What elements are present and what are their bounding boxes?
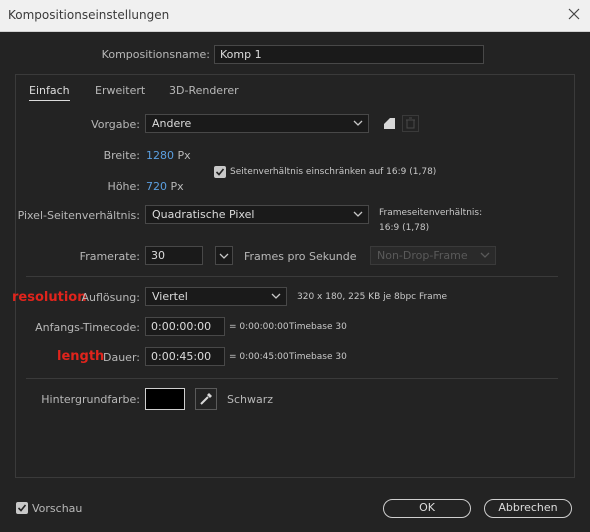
height-field[interactable]: 720 Px xyxy=(146,180,184,193)
frame-aspect-label: Frameseitenverhältnis: xyxy=(379,208,483,218)
composition-name-label: Kompositionsname: xyxy=(101,48,210,61)
start-timecode-timebase: Timebase 30 xyxy=(289,322,347,332)
tab-3d-renderer[interactable]: 3D-Renderer xyxy=(169,84,239,97)
preview-checkbox[interactable] xyxy=(16,502,28,514)
height-unit: Px xyxy=(170,180,184,193)
delete-preset-icon[interactable] xyxy=(402,115,419,132)
height-value[interactable]: 720 xyxy=(146,180,167,193)
background-color-swatch[interactable] xyxy=(145,388,185,410)
length-annotation: length xyxy=(57,349,105,364)
chevron-down-icon xyxy=(271,293,281,299)
duration-timebase: Timebase 30 xyxy=(289,352,347,362)
width-field[interactable]: 1280 Px xyxy=(146,149,191,162)
lock-aspect-label: Seitenverhältnis einschränken auf 16:9 (… xyxy=(230,167,437,177)
framerate-input[interactable]: 30 xyxy=(145,246,203,265)
resolution-select[interactable]: Viertel xyxy=(145,287,287,306)
start-timecode-equals: = 0:00:00:00 xyxy=(229,322,289,332)
resolution-value: Viertel xyxy=(152,290,188,303)
background-color-label: Hintergrundfarbe: xyxy=(41,393,140,406)
chevron-down-icon xyxy=(219,253,229,259)
framerate-label: Framerate: xyxy=(79,250,140,263)
pixel-aspect-value: Quadratische Pixel xyxy=(152,208,255,221)
frame-aspect-value: 16:9 (1,78) xyxy=(379,223,430,233)
resolution-annotation: resolution xyxy=(12,290,87,305)
pixel-aspect-label: Pixel-Seitenverhältnis: xyxy=(17,209,140,222)
ok-button[interactable]: OK xyxy=(383,499,471,518)
height-label: Höhe: xyxy=(107,180,140,193)
resolution-label: Auflösung: xyxy=(81,291,140,304)
duration-label: Dauer: xyxy=(103,351,140,364)
chevron-down-icon xyxy=(480,252,490,258)
drop-frame-value: Non-Drop-Frame xyxy=(377,249,468,262)
tab-erweitert[interactable]: Erweitert xyxy=(95,84,145,97)
frames-per-second-label: Frames pro Sekunde xyxy=(244,250,357,263)
divider xyxy=(26,378,558,379)
eyedropper-icon[interactable] xyxy=(195,388,217,410)
width-value[interactable]: 1280 xyxy=(146,149,174,162)
preset-value: Andere xyxy=(152,117,192,130)
tab-einfach[interactable]: Einfach xyxy=(29,84,70,101)
preset-label: Vorgabe: xyxy=(91,118,140,131)
close-icon[interactable] xyxy=(566,6,582,22)
background-color-name: Schwarz xyxy=(227,393,274,406)
start-timecode-input[interactable]: 0:00:00:00 xyxy=(145,317,225,336)
drop-frame-select[interactable]: Non-Drop-Frame xyxy=(370,246,496,265)
preview-label: Vorschau xyxy=(32,502,83,515)
save-preset-icon[interactable] xyxy=(381,115,398,132)
divider xyxy=(26,276,558,277)
duration-input[interactable]: 0:00:45:00 xyxy=(145,347,225,366)
chevron-down-icon xyxy=(353,211,363,217)
width-unit: Px xyxy=(177,149,191,162)
preset-select[interactable]: Andere xyxy=(145,114,369,133)
composition-name-input[interactable]: Komp 1 xyxy=(214,45,484,64)
chevron-down-icon xyxy=(353,120,363,126)
framerate-dropdown[interactable] xyxy=(215,246,233,265)
window-title: Kompositionseinstellungen xyxy=(8,8,170,22)
width-label: Breite: xyxy=(103,149,140,162)
cancel-button[interactable]: Abbrechen xyxy=(484,499,572,518)
duration-equals: = 0:00:45:00 xyxy=(229,352,289,362)
start-timecode-label: Anfangs-Timecode: xyxy=(35,321,140,334)
pixel-aspect-select[interactable]: Quadratische Pixel xyxy=(145,205,369,224)
lock-aspect-checkbox[interactable] xyxy=(214,166,226,178)
resolution-info: 320 x 180, 225 KB je 8bpc Frame xyxy=(297,292,448,302)
